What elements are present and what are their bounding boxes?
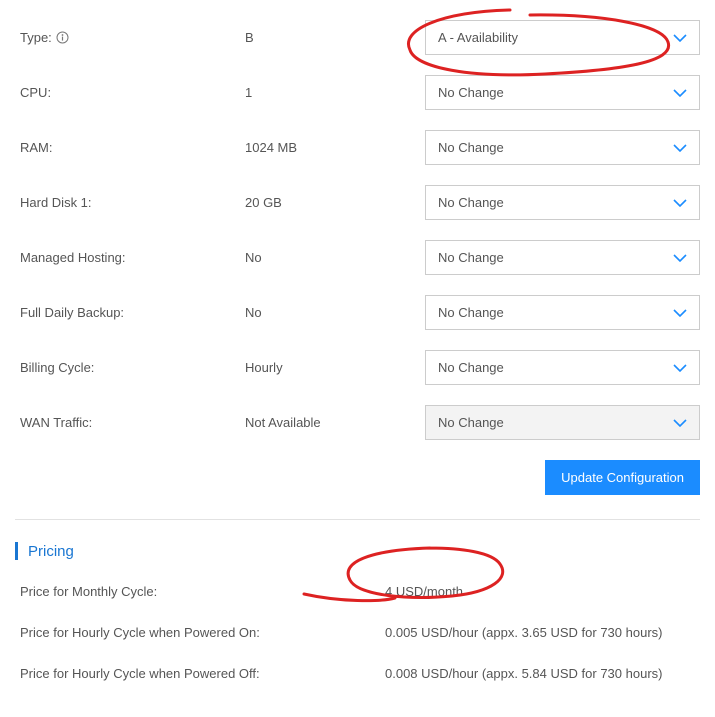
config-label: WAN Traffic:: [15, 415, 245, 430]
price-value: 0.005 USD/hour (appx. 3.65 USD for 730 h…: [385, 625, 700, 640]
label-text: CPU:: [20, 85, 51, 100]
section-accent-bar: [15, 542, 18, 560]
chevron-down-icon: [673, 89, 687, 97]
config-label: CPU:: [15, 85, 245, 100]
label-text: Managed Hosting:: [20, 250, 126, 265]
select-value: A - Availability: [438, 30, 518, 45]
config-label: Managed Hosting:: [15, 250, 245, 265]
select-value: No Change: [438, 140, 504, 155]
select-value: No Change: [438, 250, 504, 265]
config-select[interactable]: No Change: [425, 75, 700, 110]
config-label: RAM:: [15, 140, 245, 155]
info-icon: [56, 31, 69, 44]
label-text: Hard Disk 1:: [20, 195, 92, 210]
config-select[interactable]: No Change: [425, 240, 700, 275]
config-select[interactable]: No Change: [425, 185, 700, 220]
config-row: CPU: 1 No Change: [15, 75, 700, 110]
label-text: Full Daily Backup:: [20, 305, 124, 320]
config-current-value: Hourly: [245, 360, 425, 375]
pricing-list: Price for Monthly Cycle:4 USD/monthPrice…: [15, 584, 700, 681]
price-label: Price for Hourly Cycle when Powered Off:: [15, 666, 385, 681]
section-divider: [15, 519, 700, 520]
config-current-value: No: [245, 250, 425, 265]
select-value: No Change: [438, 85, 504, 100]
label-text: WAN Traffic:: [20, 415, 92, 430]
price-value: 4 USD/month: [385, 584, 700, 599]
config-row: Managed Hosting: No No Change: [15, 240, 700, 275]
chevron-down-icon: [673, 309, 687, 317]
chevron-down-icon: [673, 144, 687, 152]
chevron-down-icon: [673, 254, 687, 262]
price-label: Price for Monthly Cycle:: [15, 584, 385, 599]
config-select[interactable]: No Change: [425, 130, 700, 165]
config-current-value: 1: [245, 85, 425, 100]
price-label: Price for Hourly Cycle when Powered On:: [15, 625, 385, 640]
label-text: Type:: [20, 30, 52, 45]
select-value: No Change: [438, 415, 504, 430]
config-current-value: B: [245, 30, 425, 45]
config-current-value: No: [245, 305, 425, 320]
config-row: WAN Traffic: Not Available No Change: [15, 405, 700, 440]
label-text: RAM:: [20, 140, 53, 155]
config-select: No Change: [425, 405, 700, 440]
select-value: No Change: [438, 195, 504, 210]
update-configuration-button[interactable]: Update Configuration: [545, 460, 700, 495]
price-value: 0.008 USD/hour (appx. 5.84 USD for 730 h…: [385, 666, 700, 681]
config-current-value: 1024 MB: [245, 140, 425, 155]
config-row: Full Daily Backup: No No Change: [15, 295, 700, 330]
config-row: Billing Cycle: Hourly No Change: [15, 350, 700, 385]
price-row: Price for Hourly Cycle when Powered Off:…: [15, 666, 700, 681]
price-row: Price for Hourly Cycle when Powered On:0…: [15, 625, 700, 640]
pricing-section-header: Pricing: [15, 542, 700, 560]
config-select[interactable]: No Change: [425, 350, 700, 385]
chevron-down-icon: [673, 34, 687, 42]
chevron-down-icon: [673, 364, 687, 372]
config-row: Type: B A - Availability: [15, 20, 700, 55]
config-label: Type:: [15, 30, 245, 45]
config-label: Billing Cycle:: [15, 360, 245, 375]
price-row: Price for Monthly Cycle:4 USD/month: [15, 584, 700, 599]
chevron-down-icon: [673, 419, 687, 427]
chevron-down-icon: [673, 199, 687, 207]
config-current-value: 20 GB: [245, 195, 425, 210]
config-select[interactable]: No Change: [425, 295, 700, 330]
config-current-value: Not Available: [245, 415, 425, 430]
select-value: No Change: [438, 360, 504, 375]
config-row: Hard Disk 1: 20 GB No Change: [15, 185, 700, 220]
select-value: No Change: [438, 305, 504, 320]
pricing-title: Pricing: [28, 543, 74, 560]
action-row: Update Configuration: [15, 460, 700, 495]
label-text: Billing Cycle:: [20, 360, 94, 375]
configuration-form: Type:BA - AvailabilityCPU:1No ChangeRAM:…: [15, 20, 700, 440]
config-row: RAM: 1024 MB No Change: [15, 130, 700, 165]
config-label: Hard Disk 1:: [15, 195, 245, 210]
config-select[interactable]: A - Availability: [425, 20, 700, 55]
config-label: Full Daily Backup:: [15, 305, 245, 320]
